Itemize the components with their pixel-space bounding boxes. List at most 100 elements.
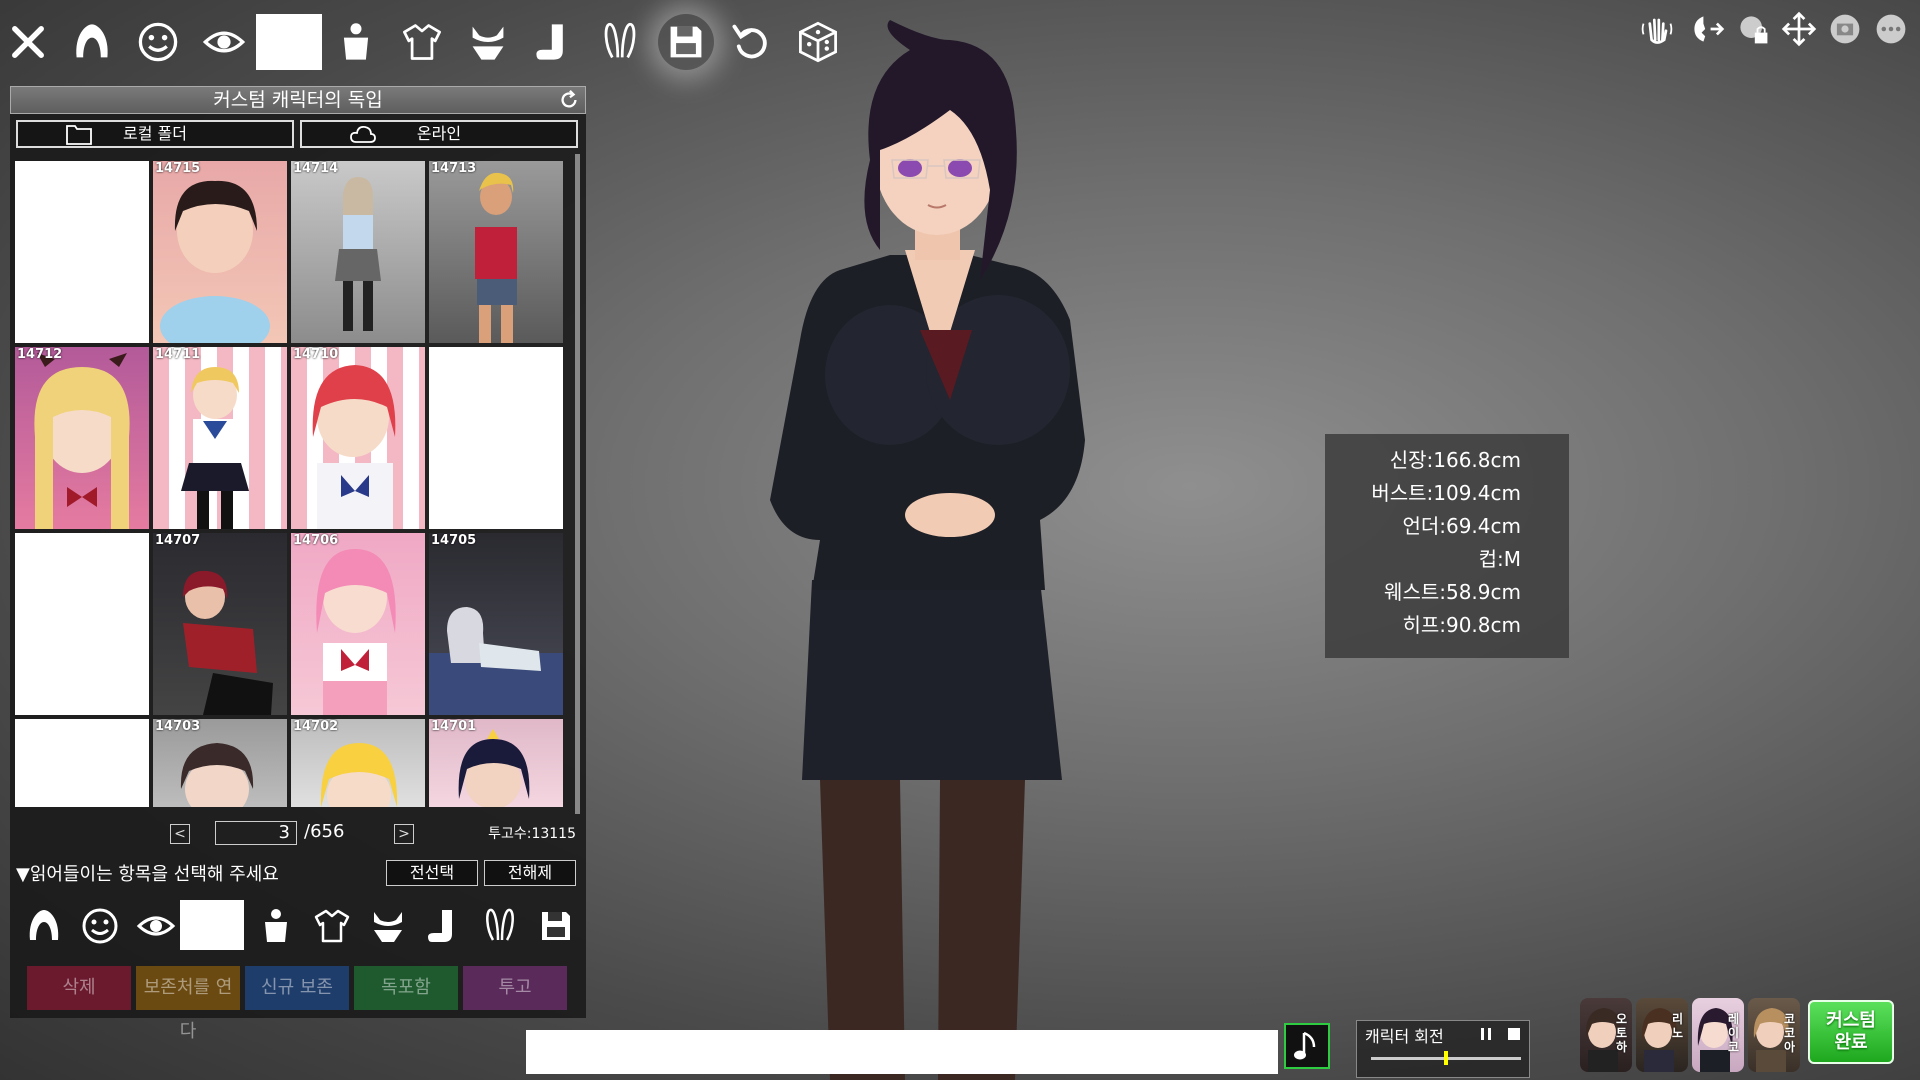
- card-number: 14713: [431, 161, 477, 176]
- load-save-toggle[interactable]: [532, 902, 580, 950]
- card-number: 14702: [293, 719, 339, 734]
- stat-hip: 히프:90.8cm: [1402, 613, 1521, 637]
- card-number: 14715: [155, 161, 201, 176]
- hand-wave-button[interactable]: [1636, 8, 1678, 50]
- load-eye-toggle[interactable]: [132, 902, 180, 950]
- card-number: 14714: [293, 161, 339, 176]
- eye-icon: [136, 916, 176, 936]
- blank-tab[interactable]: [256, 14, 322, 70]
- stat-height: 신장:166.8cm: [1389, 448, 1521, 472]
- load-face-toggle[interactable]: [76, 902, 124, 950]
- new-save-button[interactable]: 신규 보존: [245, 966, 349, 1010]
- card-item[interactable]: [15, 719, 149, 807]
- more-button[interactable]: [1870, 8, 1912, 50]
- reload-icon[interactable]: [558, 89, 580, 111]
- bookmark-button[interactable]: 독포함: [354, 966, 458, 1010]
- camera-lock-button[interactable]: [1732, 8, 1774, 50]
- hair-tab[interactable]: [64, 14, 120, 70]
- select-all-button[interactable]: 전선택: [386, 860, 478, 886]
- look-follow-button[interactable]: [1686, 8, 1728, 50]
- body-measurements: 신장:166.8cm 버스트:109.4cm 언더:69.4cm 컵:M 웨스트…: [1325, 434, 1569, 658]
- card-item[interactable]: 14702: [291, 719, 425, 807]
- sock-icon: [428, 910, 452, 942]
- card-item[interactable]: 14714: [291, 161, 425, 343]
- stop-icon[interactable]: [1507, 1027, 1521, 1041]
- card-item[interactable]: 14707: [153, 533, 287, 715]
- card-item[interactable]: [429, 347, 563, 529]
- custom-done-label: 커스텀 완료: [1826, 1010, 1876, 1053]
- card-item[interactable]: 14706: [291, 533, 425, 715]
- cloud-icon: [350, 125, 376, 143]
- accessory-tab[interactable]: [592, 14, 648, 70]
- page-number-input[interactable]: 3: [215, 821, 297, 845]
- panel-title: 커스텀 캐릭터의 독입: [10, 86, 586, 114]
- load-blank-toggle[interactable]: [180, 900, 244, 950]
- card-item[interactable]: [15, 161, 149, 343]
- clothes-icon: [403, 24, 441, 60]
- sock-tab[interactable]: [526, 14, 582, 70]
- face-tab[interactable]: [130, 14, 186, 70]
- hair-icon: [29, 910, 59, 940]
- open-folder-button[interactable]: 보존처를 연다: [136, 966, 240, 1042]
- bunny-ears-icon: [604, 23, 636, 59]
- card-number: 14706: [293, 533, 339, 548]
- torso-tab[interactable]: [328, 14, 384, 70]
- pager: < 3 /656 > 투고수:13115: [10, 818, 586, 852]
- pause-icon[interactable]: [1479, 1027, 1493, 1041]
- card-number: 14705: [431, 533, 477, 548]
- character-model: [770, 20, 1085, 1080]
- delete-button[interactable]: 삭제: [27, 966, 131, 1010]
- stat-bust: 버스트:109.4cm: [1371, 481, 1521, 505]
- load-sock-toggle[interactable]: [420, 902, 468, 950]
- music-button[interactable]: [1284, 1023, 1330, 1069]
- card-item[interactable]: 14705: [429, 533, 563, 715]
- screenshot-button[interactable]: [1824, 8, 1866, 50]
- online-tab[interactable]: 온라인: [300, 120, 578, 148]
- card-item[interactable]: 14703: [153, 719, 287, 807]
- select-items-label[interactable]: ▼읽어들이는 항목을 선택해 주세요: [16, 860, 279, 886]
- save-tab[interactable]: [658, 14, 714, 70]
- load-torso-toggle[interactable]: [252, 902, 300, 950]
- card-item[interactable]: 14715: [153, 161, 287, 343]
- underwear-tab[interactable]: [460, 14, 516, 70]
- character-select-cocoa[interactable]: 코코아: [1748, 998, 1800, 1072]
- eye-tab[interactable]: [196, 14, 252, 70]
- card-item[interactable]: 14701: [429, 719, 563, 807]
- card-item[interactable]: 14711: [153, 347, 287, 529]
- eye-icon: [202, 31, 246, 53]
- load-clothes-toggle[interactable]: [308, 902, 356, 950]
- more-icon: [1876, 14, 1906, 44]
- character-select-reiko[interactable]: 레이코: [1692, 998, 1744, 1072]
- underwear-icon: [374, 912, 402, 942]
- load-hair-toggle[interactable]: [20, 902, 68, 950]
- card-item[interactable]: [15, 533, 149, 715]
- character-name: 코코아: [1784, 1012, 1796, 1054]
- prev-page-button[interactable]: <: [170, 824, 190, 844]
- save-icon: [670, 26, 702, 58]
- close-button[interactable]: [0, 14, 56, 70]
- character-load-panel: 커스텀 캐릭터의 독입 로컬 폴더 온라인 14715 14714 14713 …: [10, 86, 586, 1042]
- next-page-button[interactable]: >: [394, 824, 414, 844]
- clothes-icon: [314, 909, 350, 943]
- sock-icon: [536, 24, 563, 60]
- grid-scrollbar[interactable]: [575, 154, 580, 814]
- text-input-bar[interactable]: [526, 1030, 1278, 1074]
- deselect-all-button[interactable]: 전해제: [484, 860, 576, 886]
- local-folder-tab[interactable]: 로컬 폴더: [16, 120, 294, 148]
- custom-done-button[interactable]: 커스텀 완료: [1808, 1000, 1894, 1064]
- card-number: 14707: [155, 533, 201, 548]
- rotation-slider-handle[interactable]: [1444, 1051, 1448, 1065]
- post-button[interactable]: 투고: [463, 966, 567, 1010]
- character-select-rino[interactable]: 리노: [1636, 998, 1688, 1072]
- card-item[interactable]: 14712: [15, 347, 149, 529]
- move-icon: [1781, 11, 1817, 47]
- card-item[interactable]: 14710: [291, 347, 425, 529]
- card-number: 14703: [155, 719, 201, 734]
- character-select-otoha[interactable]: 오토하: [1580, 998, 1632, 1072]
- post-count: 투고수:13115: [488, 826, 576, 842]
- clothes-tab[interactable]: [394, 14, 450, 70]
- move-button[interactable]: [1778, 8, 1820, 50]
- load-underwear-toggle[interactable]: [364, 902, 412, 950]
- card-item[interactable]: 14713: [429, 161, 563, 343]
- load-accessory-toggle[interactable]: [476, 902, 524, 950]
